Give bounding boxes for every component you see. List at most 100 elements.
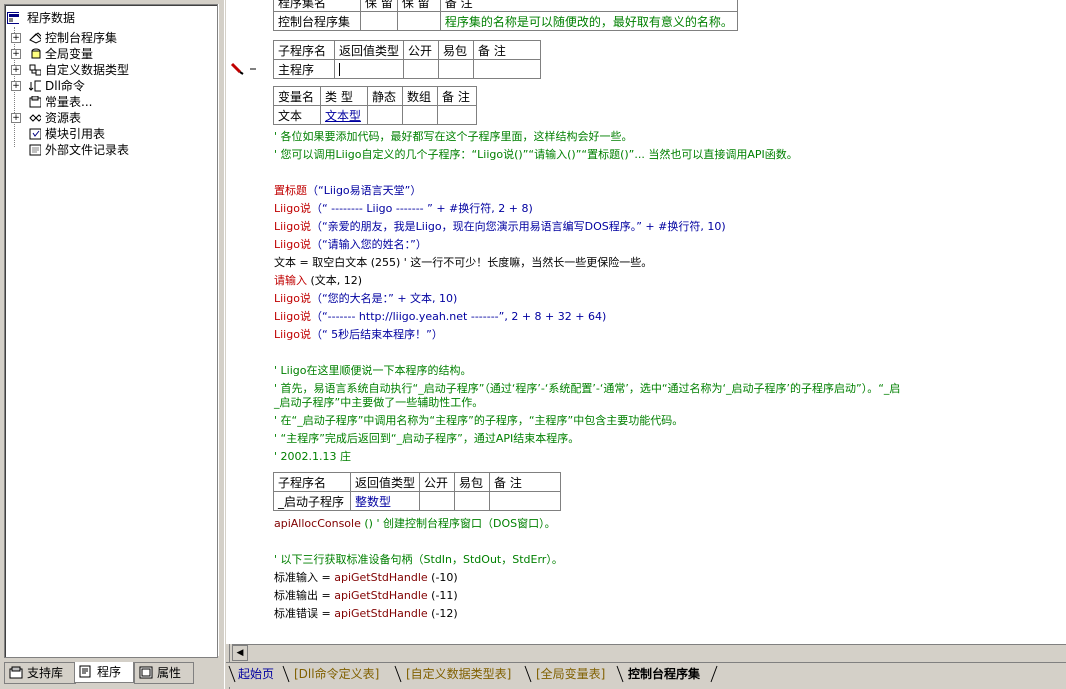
file-record-icon: [29, 144, 41, 156]
tree-item-constants[interactable]: 常量表...: [11, 94, 211, 110]
expand-icon[interactable]: +: [11, 113, 21, 123]
table-cell[interactable]: [333, 59, 405, 79]
code-line[interactable]: 请输入 (文本, 12): [274, 272, 362, 290]
table-header: 保 留: [360, 0, 398, 12]
table-cell[interactable]: [396, 11, 441, 31]
table-header: 公开: [403, 40, 440, 60]
tree-item-global-vars[interactable]: + 全局变量: [11, 46, 211, 62]
table-header: 备 注: [489, 472, 562, 492]
code-line[interactable]: Liigo说（“您的大名是：” + 文本, 10): [274, 290, 457, 308]
library-icon: [9, 666, 23, 679]
scroll-left-icon[interactable]: ◀: [232, 645, 248, 661]
variable-table[interactable]: 变量名 类 型 静态 数组 备 注 文本 文本型: [273, 86, 477, 125]
horizontal-scrollbar[interactable]: ◀: [232, 644, 1066, 661]
table-header: 变量名: [273, 86, 321, 106]
tab-separator: [616, 665, 624, 683]
table-header: 子程序名: [273, 40, 335, 60]
tree-item-resources[interactable]: + 资源表: [11, 110, 211, 126]
table-cell[interactable]: 文本型: [320, 105, 368, 125]
table-header: 保 留: [396, 0, 441, 12]
code-line[interactable]: ' Liigo在这里顺便说一下本程序的结构。: [274, 362, 471, 380]
table-cell[interactable]: [438, 59, 475, 79]
property-icon: [139, 666, 153, 679]
table-header: 数组: [402, 86, 438, 106]
code-line[interactable]: ' 各位如果要添加代码，最好都写在这个子程序里面，这样结构会好一些。: [274, 128, 633, 146]
table-header: 程序集名: [273, 0, 361, 12]
code-line[interactable]: ' 以下三行获取标准设备句柄（StdIn，StdOut，StdErr）。: [274, 551, 563, 569]
tab-separator: [228, 665, 236, 683]
tree-item-file-records[interactable]: 外部文件记录表: [11, 142, 211, 158]
code-line[interactable]: apiAllocConsole () ' 创建控制台程序窗口（DOS窗口）。: [274, 515, 556, 533]
code-line[interactable]: Liigo说（“亲爱的朋友，我是Liigo，现在向您演示用易语言编写DOS程序。…: [274, 218, 726, 236]
table-cell[interactable]: [402, 105, 438, 125]
tree-root-label: 程序数据: [27, 11, 76, 25]
subroutine-table-main[interactable]: 子程序名 返回值类型 公开 易包 备 注 主程序: [273, 40, 542, 79]
tab-dll-table[interactable]: [Dll命令定义表]: [294, 665, 379, 683]
table-cell[interactable]: [419, 491, 456, 511]
table-cell[interactable]: 主程序: [273, 59, 335, 79]
expand-icon[interactable]: +: [11, 65, 21, 75]
subroutine-table-start[interactable]: 子程序名 返回值类型 公开 易包 备 注 _启动子程序 整数型: [273, 472, 562, 511]
table-cell[interactable]: [360, 11, 398, 31]
program-tree[interactable]: 程序数据 + 控制台程序集 + 全局变量 + 自定义数据类型 + Dll命令 常…: [4, 4, 218, 658]
tab-separator: [394, 665, 402, 683]
code-line[interactable]: ' “主程序”完成后返回到“_启动子程序”，通过API结束本程序。: [274, 430, 579, 448]
tree-root[interactable]: 程序数据: [7, 10, 207, 26]
tab-library[interactable]: 支持库: [4, 662, 76, 684]
code-line[interactable]: ' 您可以调用Liigo自定义的几个子程序：“Liigo说()”“请输入()”“…: [274, 146, 798, 164]
expand-icon[interactable]: +: [11, 81, 21, 91]
code-line[interactable]: Liigo说（“ -------- Liigo ------- ” + #换行符…: [274, 200, 533, 218]
code-line[interactable]: ' 2002.1.13 庄: [274, 448, 351, 466]
table-header: 易包: [454, 472, 491, 492]
assembly-table[interactable]: 程序集名 保 留 保 留 备 注 控制台程序集 程序集的名称是可以随便改的，最好…: [273, 0, 738, 31]
table-cell[interactable]: [403, 59, 440, 79]
code-editor[interactable]: 程序集名 保 留 保 留 备 注 控制台程序集 程序集的名称是可以随便改的，最好…: [270, 0, 1066, 644]
code-line[interactable]: Liigo说（“ 5秒后结束本程序！”）: [274, 326, 443, 344]
table-header: 备 注: [439, 0, 738, 12]
constant-icon: [29, 96, 41, 108]
table-cell[interactable]: 整数型: [349, 491, 421, 511]
code-line[interactable]: Liigo说（“------- http://liigo.yeah.net --…: [274, 308, 606, 326]
tree-item-modules[interactable]: 模块引用表: [11, 126, 211, 142]
expand-icon[interactable]: +: [11, 49, 21, 59]
code-line[interactable]: 标准输出 = apiGetStdHandle (-11): [274, 587, 458, 605]
tab-separator: [282, 665, 290, 683]
tab-program[interactable]: 程序: [74, 662, 134, 683]
code-line[interactable]: 标准错误 = apiGetStdHandle (-12): [274, 605, 458, 623]
tree-item-dll[interactable]: + Dll命令: [11, 78, 211, 94]
table-header: 备 注: [473, 40, 542, 60]
table-cell[interactable]: [454, 491, 491, 511]
table-header: 返回值类型: [349, 472, 421, 492]
code-line[interactable]: 文本 = 取空白文本 (255) ' 这一行不可少！长度嘛，当然长一些更保险一些…: [274, 254, 652, 272]
table-cell[interactable]: [437, 105, 477, 125]
tree-item-datatypes[interactable]: + 自定义数据类型: [11, 62, 211, 78]
breakpoint-marker-icon: [230, 62, 256, 75]
table-cell[interactable]: 文本: [273, 105, 321, 125]
code-line[interactable]: Liigo说（“请输入您的姓名：”）: [274, 236, 427, 254]
tab-properties[interactable]: 属性: [134, 662, 194, 684]
document-tab-bar: 起始页 [Dll命令定义表] [自定义数据类型表] [全局变量表] 控制台程序集: [226, 662, 1066, 687]
table-cell[interactable]: [473, 59, 542, 79]
table-header: 备 注: [437, 86, 477, 106]
tab-datatype-table[interactable]: [自定义数据类型表]: [406, 665, 511, 683]
tab-global-var-table[interactable]: [全局变量表]: [536, 665, 605, 683]
tab-console-assembly[interactable]: 控制台程序集: [628, 665, 700, 683]
tree-item-assembly[interactable]: + 控制台程序集: [11, 30, 211, 46]
program-icon: [79, 665, 91, 678]
table-cell[interactable]: _启动子程序: [273, 491, 351, 511]
code-line[interactable]: _启动子程序”中主要做了一些辅助性工作。: [274, 394, 483, 412]
expand-icon[interactable]: +: [11, 33, 21, 43]
assembly-icon: [29, 32, 41, 44]
code-line[interactable]: 置标题（“Liigo易语言天堂”）: [274, 182, 421, 200]
code-line[interactable]: ' 在“_启动子程序”中调用名称为“主程序”的子程序，“主程序”中包含主要功能代…: [274, 412, 683, 430]
table-cell[interactable]: [489, 491, 562, 511]
table-header: 类 型: [320, 86, 368, 106]
table-header: 静态: [367, 86, 403, 106]
table-cell[interactable]: 控制台程序集: [273, 11, 361, 31]
code-line[interactable]: 标准输入 = apiGetStdHandle (-10): [274, 569, 458, 587]
module-icon: [29, 128, 41, 140]
table-cell[interactable]: 程序集的名称是可以随便改的，最好取有意义的名称。: [439, 11, 738, 31]
table-cell[interactable]: [367, 105, 403, 125]
tab-start-page[interactable]: 起始页: [238, 665, 274, 683]
dll-icon: [29, 80, 41, 92]
